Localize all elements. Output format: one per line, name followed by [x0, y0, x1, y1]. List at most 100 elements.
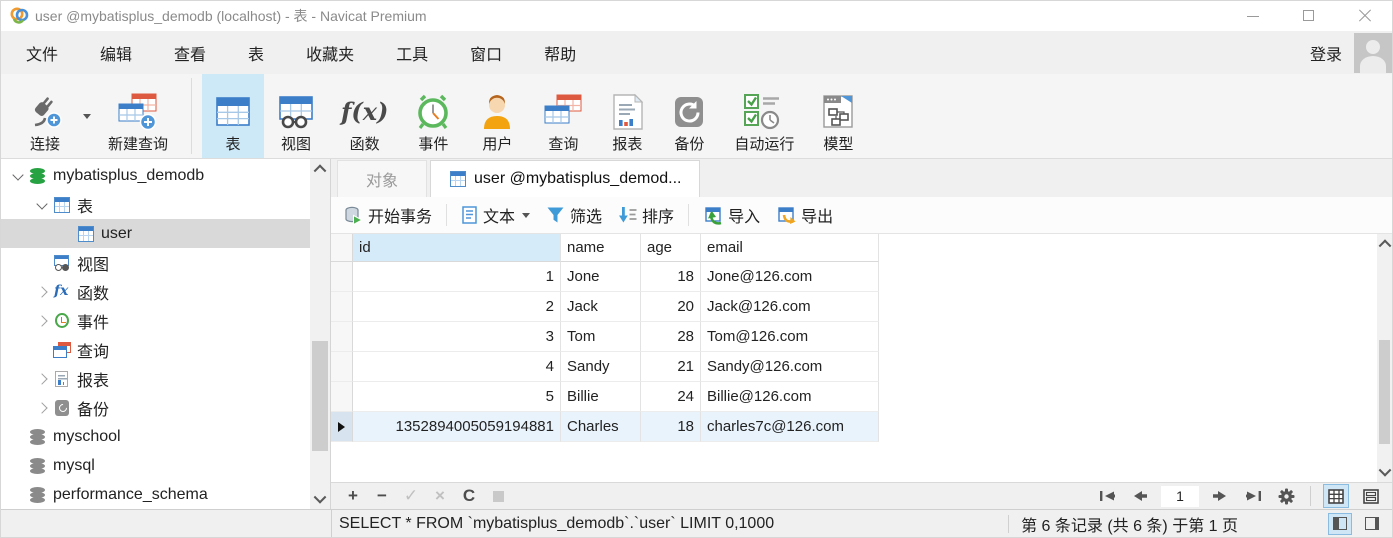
sidebar-scrollbar[interactable] — [310, 159, 330, 509]
table-row[interactable]: 2 Jack 20 Jack@126.com — [331, 292, 879, 322]
filter-button[interactable]: 筛选 — [539, 199, 609, 231]
connect-button[interactable]: 连接 — [11, 74, 79, 158]
cell-age[interactable]: 24 — [641, 382, 701, 412]
scrollbar-thumb[interactable] — [312, 341, 328, 451]
begin-transaction-button[interactable]: 开始事务 — [337, 199, 439, 231]
discard-changes-icon[interactable]: × — [428, 485, 452, 507]
menu-item[interactable]: 查看 — [153, 31, 227, 74]
settings-gear-icon[interactable] — [1274, 486, 1298, 506]
functions-button[interactable]: 函数 — [328, 74, 401, 158]
export-button[interactable]: 导出 — [769, 199, 840, 231]
row-marker[interactable] — [331, 382, 353, 412]
cell-email[interactable]: Tom@126.com — [701, 322, 879, 352]
expand-chevron[interactable] — [33, 313, 53, 329]
tab-objects[interactable]: 对象 — [337, 160, 427, 197]
maximize-icon[interactable] — [1302, 9, 1316, 23]
last-page-icon[interactable] — [1241, 486, 1265, 506]
tab-user-table[interactable]: user @mybatisplus_demod... — [430, 160, 700, 197]
scrollbar-thumb[interactable] — [1379, 340, 1390, 444]
previous-page-icon[interactable] — [1128, 486, 1152, 506]
expand-chevron[interactable] — [33, 197, 53, 213]
menu-item[interactable]: 编辑 — [79, 31, 153, 74]
user-avatar[interactable] — [1354, 33, 1392, 73]
minimize-icon[interactable] — [1246, 9, 1260, 23]
row-marker[interactable] — [331, 352, 353, 382]
cell-name[interactable]: Jack — [561, 292, 641, 322]
row-marker[interactable] — [331, 292, 353, 322]
delete-record-icon[interactable]: − — [370, 485, 394, 507]
expand-chevron[interactable] — [9, 458, 29, 474]
refresh-icon[interactable]: C — [457, 485, 481, 507]
cell-email[interactable]: Sandy@126.com — [701, 352, 879, 382]
expand-chevron[interactable] — [9, 487, 29, 503]
tree-item[interactable]: 报表 — [1, 364, 310, 393]
cell-email[interactable]: Billie@126.com — [701, 382, 879, 412]
new-query-button[interactable]: 新建查询 — [95, 74, 181, 158]
cell-name[interactable]: Billie — [561, 382, 641, 412]
table-row[interactable]: 1352894005059194881 Charles 18 charles7c… — [331, 412, 879, 442]
tree-item[interactable]: 备份 — [1, 393, 310, 422]
cell-name[interactable]: Charles — [561, 412, 641, 442]
table-row[interactable]: 1 Jone 18 Jone@126.com — [331, 262, 879, 292]
tree-item[interactable]: mysql — [1, 451, 310, 480]
cell-id[interactable]: 2 — [353, 292, 561, 322]
expand-chevron[interactable] — [33, 342, 53, 358]
tree-item[interactable]: 事件 — [1, 306, 310, 335]
menu-item[interactable]: 文件 — [5, 31, 79, 74]
connect-dropdown-icon[interactable] — [83, 114, 91, 119]
cell-id[interactable]: 1352894005059194881 — [353, 412, 561, 442]
tree-item[interactable]: 函数 — [1, 277, 310, 306]
import-button[interactable]: 导入 — [696, 199, 767, 231]
cell-email[interactable]: charles7c@126.com — [701, 412, 879, 442]
tree-item[interactable]: user — [1, 219, 310, 248]
reports-button[interactable]: 报表 — [597, 74, 657, 158]
tree-item[interactable]: 表 — [1, 190, 310, 219]
tables-button[interactable]: 表 — [202, 74, 264, 158]
row-marker[interactable] — [331, 322, 353, 352]
cell-age[interactable]: 18 — [641, 262, 701, 292]
grid-scrollbar[interactable] — [1377, 234, 1392, 482]
menu-item[interactable]: 帮助 — [523, 31, 597, 74]
cell-email[interactable]: Jack@126.com — [701, 292, 879, 322]
row-marker[interactable] — [331, 412, 353, 442]
scroll-down-icon[interactable] — [310, 489, 330, 509]
form-view-button[interactable] — [1358, 484, 1384, 508]
show-right-pane-button[interactable] — [1360, 513, 1384, 535]
stop-icon[interactable] — [486, 485, 510, 507]
text-button[interactable]: 文本 — [454, 199, 537, 231]
cell-age[interactable]: 28 — [641, 322, 701, 352]
first-page-icon[interactable] — [1095, 486, 1119, 506]
column-header-age[interactable]: age — [641, 234, 701, 262]
scroll-down-icon[interactable] — [1377, 462, 1392, 482]
sort-button[interactable]: 排序 — [611, 199, 681, 231]
tree-item[interactable]: performance_schema — [1, 480, 310, 509]
table-row[interactable]: 4 Sandy 21 Sandy@126.com — [331, 352, 879, 382]
apply-changes-icon[interactable]: ✓ — [399, 485, 423, 507]
cell-name[interactable]: Sandy — [561, 352, 641, 382]
next-page-icon[interactable] — [1208, 486, 1232, 506]
cell-age[interactable]: 18 — [641, 412, 701, 442]
add-record-icon[interactable]: + — [341, 485, 365, 507]
model-button[interactable]: 模型 — [807, 74, 869, 158]
table-row[interactable]: 5 Billie 24 Billie@126.com — [331, 382, 879, 412]
cell-id[interactable]: 5 — [353, 382, 561, 412]
menu-item[interactable]: 窗口 — [449, 31, 523, 74]
show-left-pane-button[interactable] — [1328, 513, 1352, 535]
text-dropdown-icon[interactable] — [522, 213, 530, 218]
menu-item[interactable]: 收藏夹 — [285, 31, 375, 74]
tree-item[interactable]: 视图 — [1, 248, 310, 277]
expand-chevron[interactable] — [9, 429, 29, 445]
expand-chevron[interactable] — [33, 255, 53, 271]
tree-item[interactable]: 查询 — [1, 335, 310, 364]
login-button[interactable]: 登录 — [1310, 41, 1342, 65]
cell-id[interactable]: 3 — [353, 322, 561, 352]
menu-item[interactable]: 工具 — [375, 31, 449, 74]
users-button[interactable]: 用户 — [465, 74, 529, 158]
expand-chevron[interactable] — [33, 284, 53, 300]
close-icon[interactable] — [1358, 9, 1372, 23]
cell-name[interactable]: Tom — [561, 322, 641, 352]
tree-item[interactable]: myschool — [1, 422, 310, 451]
backup-button[interactable]: 备份 — [657, 74, 721, 158]
cell-email[interactable]: Jone@126.com — [701, 262, 879, 292]
grid-view-button[interactable] — [1323, 484, 1349, 508]
